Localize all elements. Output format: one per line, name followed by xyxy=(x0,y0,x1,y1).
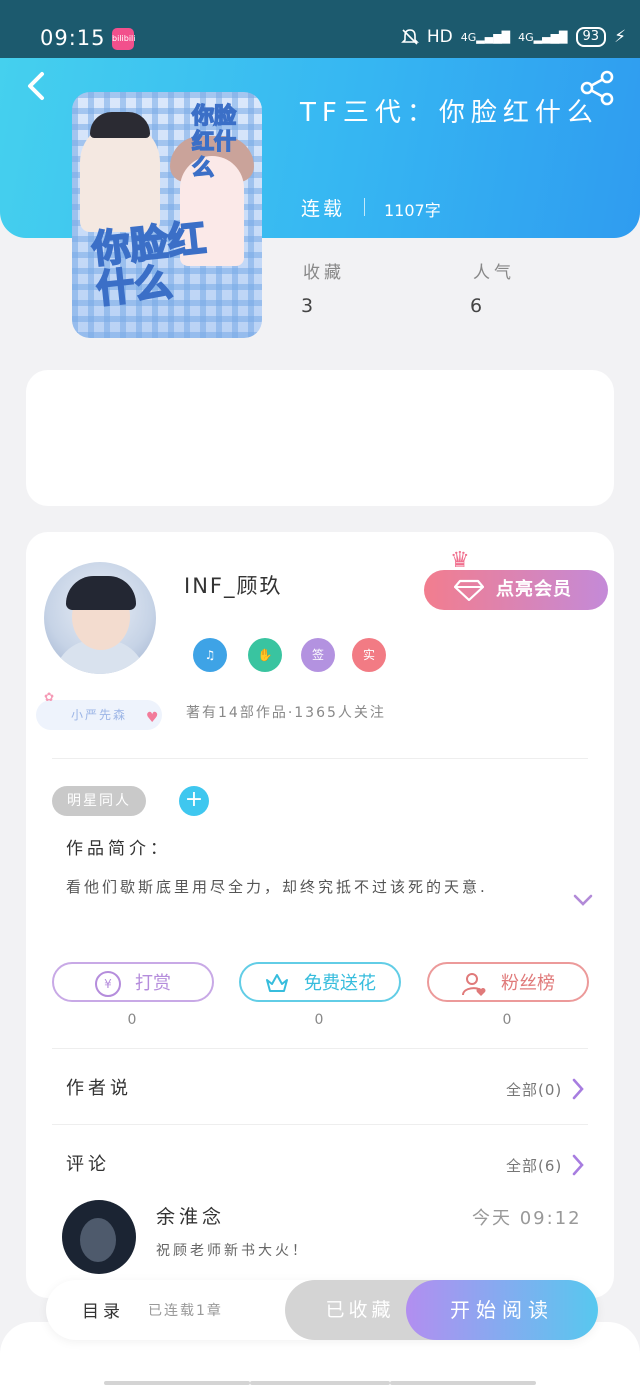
app-notification-icon: bilibili xyxy=(112,28,136,50)
yen-icon: ¥ xyxy=(95,971,121,997)
book-title: TF三代：你脸红什么 xyxy=(300,98,599,128)
fans-count: 0 xyxy=(502,1012,512,1028)
reward-label: 打赏 xyxy=(135,973,171,994)
author-says-title: 作者说 xyxy=(66,1078,132,1099)
comment-time: 今天 09:12 xyxy=(472,1208,582,1229)
author-name[interactable]: INF_顾玖 xyxy=(184,570,282,600)
favorites-count: 3 xyxy=(301,295,314,317)
divider xyxy=(52,758,588,759)
book-cover[interactable]: 你脸红什么 你脸红什么 xyxy=(72,92,262,338)
reward-button[interactable]: ¥ 打赏 xyxy=(52,962,214,1002)
free-flower-button[interactable]: 免费送花 xyxy=(239,962,401,1002)
chevron-right-icon xyxy=(572,1154,584,1176)
flower-label: 免费送花 xyxy=(304,973,376,994)
flower-count: 0 xyxy=(314,1012,324,1028)
chevron-left-icon xyxy=(28,72,44,100)
sparkle-icon: ✿ xyxy=(44,690,55,704)
cover-figure-boy-hat xyxy=(90,112,150,138)
author-says-more[interactable]: 全部(0) xyxy=(506,1078,584,1100)
network-hd-label: HD xyxy=(426,27,453,47)
signal-4g-icon: 4G▂▄▆█ xyxy=(460,30,511,44)
divider xyxy=(52,1124,588,1125)
comment-text: 祝顾老师新书大火！ xyxy=(156,1243,309,1259)
nav-indicator xyxy=(104,1381,250,1385)
status-time: 09:15 xyxy=(40,26,106,50)
comments-title: 评论 xyxy=(66,1154,110,1175)
add-tag-button[interactable]: + xyxy=(179,786,209,816)
intro-label: 作品简介： xyxy=(66,839,171,859)
commenter-avatar[interactable] xyxy=(62,1200,136,1274)
cover-figure-boy xyxy=(80,122,160,232)
charging-icon: ⚡ xyxy=(614,27,626,47)
favorites-label: 收藏 xyxy=(303,263,345,283)
reward-count: 0 xyxy=(127,1012,137,1028)
title-divider xyxy=(364,198,365,216)
heart-icon: ♥ xyxy=(146,710,159,726)
word-count: 1107字 xyxy=(384,201,441,220)
author-stats: 著有14部作品·1365人关注 xyxy=(186,705,386,721)
signed-badge[interactable]: 签 xyxy=(301,638,335,672)
vip-button[interactable]: 点亮会员 xyxy=(424,570,608,610)
toc-chapter-count: 已连载1章 xyxy=(148,1303,223,1319)
status-bar: 09:15 bilibili HD 4G▂▄▆█ 4G▂▄▆█ 93 ⚡ xyxy=(0,0,640,58)
toc-label: 目录 xyxy=(82,1302,124,1322)
nav-indicator xyxy=(250,1381,390,1385)
intro-text: 看他们歇斯底里用尽全力，却终究抵不过该死的天意. xyxy=(66,878,488,896)
fans-label: 粉丝榜 xyxy=(501,973,555,994)
comments-more-label: 全部(6) xyxy=(506,1156,563,1175)
handshake-badge-icon[interactable]: ✋ xyxy=(248,638,282,672)
divider xyxy=(52,1048,588,1049)
flower-icon xyxy=(266,974,288,992)
start-reading-button[interactable]: 开始阅读 xyxy=(406,1280,598,1340)
signal-4g-icon-2: 4G▂▄▆█ xyxy=(518,30,568,44)
popularity-count: 6 xyxy=(470,295,483,317)
popularity-label: 人气 xyxy=(473,263,515,283)
commenter-face xyxy=(80,1218,116,1262)
chevron-right-icon xyxy=(572,1078,584,1100)
commenter-name[interactable]: 余淮念 xyxy=(156,1202,225,1229)
book-status: 连载 xyxy=(301,198,346,220)
status-icons: HD 4G▂▄▆█ 4G▂▄▆█ 93 ⚡ xyxy=(400,27,626,47)
ad-placeholder-card xyxy=(26,370,614,506)
verified-badge[interactable]: 实 xyxy=(352,638,386,672)
diamond-icon xyxy=(454,579,484,601)
battery-icon: 93 xyxy=(575,27,607,47)
genre-tag[interactable]: 明星同人 xyxy=(52,786,146,816)
avatar-hair xyxy=(66,576,136,610)
back-button[interactable] xyxy=(22,68,62,108)
mute-bell-icon xyxy=(400,29,419,45)
music-badge-icon[interactable]: ♫ xyxy=(193,638,227,672)
comments-more[interactable]: 全部(6) xyxy=(506,1154,584,1176)
cover-small-title: 你脸红什么 xyxy=(191,103,237,182)
author-says-more-label: 全部(0) xyxy=(506,1080,563,1099)
vip-button-label: 点亮会员 xyxy=(496,579,572,600)
expand-chevron-icon[interactable] xyxy=(572,892,594,913)
nav-indicator xyxy=(390,1381,536,1385)
author-level-tag: 小严先森 xyxy=(36,700,162,730)
user-heart-icon xyxy=(462,973,486,996)
fans-rank-button[interactable]: 粉丝榜 xyxy=(427,962,589,1002)
cover-title: 你脸红什么 xyxy=(89,215,209,312)
author-avatar[interactable] xyxy=(44,562,156,674)
